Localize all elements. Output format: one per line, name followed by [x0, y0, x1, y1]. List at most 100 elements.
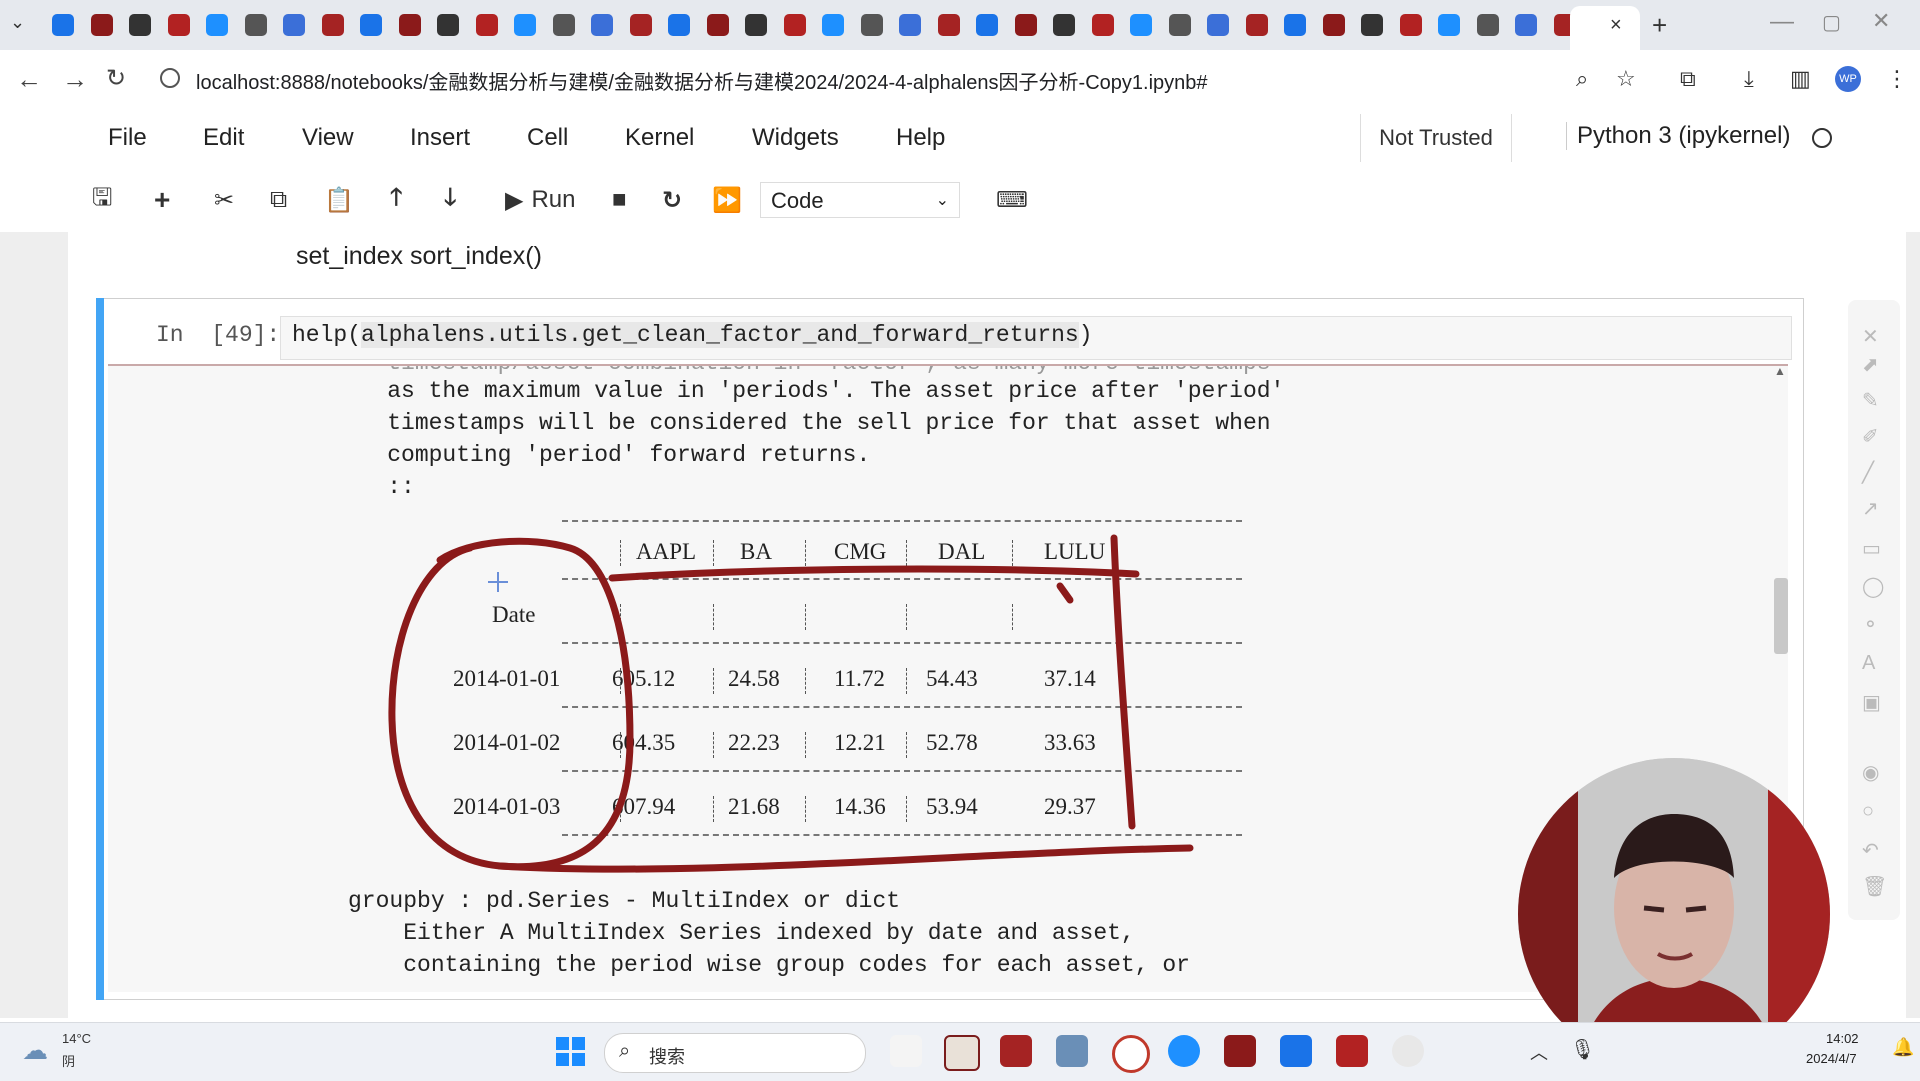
insert-cell-icon[interactable]: + — [154, 182, 170, 218]
taskbar-app-feishu[interactable] — [1280, 1035, 1312, 1067]
profile-avatar[interactable]: WP — [1835, 66, 1861, 92]
tab-favicon-icon[interactable] — [591, 14, 613, 36]
tab-favicon-icon[interactable] — [1361, 14, 1383, 36]
microphone-icon[interactable]: 🎙 — [1570, 1037, 1595, 1062]
tab-favicon-icon[interactable] — [1168, 14, 1191, 36]
tab-favicon-icon[interactable] — [976, 14, 998, 36]
highlighter-icon[interactable]: ✐ — [1862, 424, 1879, 449]
pointer-icon[interactable]: ⬈ — [1862, 352, 1879, 377]
run-button[interactable]: ▶ Run — [505, 182, 576, 218]
zoom-icon[interactable]: ⌕ — [1576, 66, 1588, 92]
url-field[interactable]: localhost:8888/notebooks/金融数据分析与建模/金融数据分… — [196, 66, 1208, 95]
tab-favicon-icon[interactable] — [937, 14, 960, 36]
restart-run-all-icon[interactable]: ⏩ — [712, 182, 742, 218]
browser-menu-icon[interactable]: ⋮ — [1886, 66, 1908, 92]
menu-kernel[interactable]: Kernel — [625, 124, 694, 152]
color-picker-icon[interactable]: ◉ — [1862, 760, 1879, 785]
new-tab-button[interactable]: + — [1652, 10, 1667, 41]
window-minimize-icon[interactable]: — — [1770, 8, 1794, 36]
tab-favicon-icon[interactable] — [706, 14, 729, 36]
tab-favicon-icon[interactable] — [1053, 14, 1075, 36]
copy-icon[interactable]: ⧉ — [270, 182, 287, 218]
trust-indicator[interactable]: Not Trusted — [1360, 114, 1512, 162]
tab-favicon-icon[interactable] — [1014, 14, 1037, 36]
tab-favicon-icon[interactable] — [1284, 14, 1306, 36]
tray-expand-chevron-icon[interactable]: ︿ — [1530, 1039, 1548, 1065]
tab-favicon-icon[interactable] — [1399, 14, 1422, 36]
taskbar-app-checkmark[interactable] — [1168, 1035, 1200, 1067]
taskbar-search-box[interactable]: ⌕ 搜索 — [604, 1033, 866, 1073]
download-icon[interactable]: ⤓ — [1744, 66, 1754, 92]
menu-file[interactable]: File — [108, 124, 147, 152]
start-button[interactable] — [556, 1037, 586, 1067]
rectangle-icon[interactable]: ▭ — [1862, 536, 1881, 561]
interrupt-stop-icon[interactable]: ■ — [612, 182, 627, 218]
cell-type-select[interactable]: Code ⌄ — [760, 182, 960, 218]
save-icon[interactable]: 🖫 — [92, 182, 112, 218]
pen-icon[interactable]: ✎ — [1862, 388, 1879, 413]
stroke-width-icon[interactable]: ○ — [1862, 800, 1874, 823]
tab-favicon-icon[interactable] — [629, 14, 652, 36]
menu-view[interactable]: View — [302, 124, 354, 152]
taskbar-app-presentation[interactable] — [1000, 1035, 1032, 1067]
taskbar-app-explorer[interactable] — [1056, 1035, 1088, 1067]
tab-favicon-icon[interactable] — [1322, 14, 1345, 36]
tab-favicon-icon[interactable] — [52, 14, 74, 36]
tab-favicon-icon[interactable] — [206, 14, 228, 36]
tab-favicon-icon[interactable] — [783, 14, 806, 36]
forward-arrow-icon[interactable]: → — [62, 64, 88, 95]
cut-icon[interactable]: ✂ — [214, 182, 234, 218]
site-info-icon[interactable] — [160, 68, 180, 88]
taskbar-app-files[interactable] — [944, 1035, 980, 1071]
tab-favicon-icon[interactable] — [437, 14, 459, 36]
keyboard-shortcuts-icon[interactable]: ⌨ — [996, 182, 1028, 218]
tab-favicon-icon[interactable] — [90, 14, 113, 36]
reload-icon[interactable]: ↻ — [106, 64, 126, 93]
tab-favicon-icon[interactable] — [1130, 14, 1152, 36]
arrow-icon[interactable]: ↗ — [1862, 496, 1879, 521]
move-up-icon[interactable]: 🡑 — [390, 182, 402, 218]
clock-time[interactable]: 14:02 — [1826, 1031, 1859, 1046]
taskbar-app-recorder[interactable] — [1392, 1035, 1424, 1067]
tab-favicon-icon[interactable] — [129, 14, 151, 36]
restart-icon[interactable]: ↻ — [662, 182, 682, 218]
menu-cell[interactable]: Cell — [527, 124, 568, 152]
window-close-icon[interactable]: ✕ — [1872, 8, 1890, 34]
tab-favicon-icon[interactable] — [398, 14, 421, 36]
line-icon[interactable]: ╱ — [1862, 460, 1874, 485]
tab-favicon-icon[interactable] — [360, 14, 382, 36]
trash-icon[interactable]: 🗑 — [1862, 874, 1887, 899]
fill-icon[interactable]: ▣ — [1862, 690, 1881, 715]
sidebar-icon[interactable]: ▥ — [1790, 66, 1811, 92]
menu-insert[interactable]: Insert — [410, 124, 470, 152]
output-scrollbar-thumb[interactable] — [1774, 578, 1788, 654]
tab-favicon-icon[interactable] — [860, 14, 883, 36]
tab-favicon-icon[interactable] — [167, 14, 190, 36]
tab-favicon-icon[interactable] — [1091, 14, 1114, 36]
tab-favicon-icon[interactable] — [1438, 14, 1460, 36]
menu-help[interactable]: Help — [896, 124, 945, 152]
taskbar-app-chrome[interactable] — [1112, 1035, 1150, 1073]
tab-favicon-icon[interactable] — [475, 14, 498, 36]
close-icon[interactable]: ✕ — [1862, 324, 1879, 349]
move-down-icon[interactable]: 🡓 — [444, 182, 456, 218]
undo-icon[interactable]: ↶ — [1862, 838, 1879, 863]
bookmark-star-icon[interactable]: ☆ — [1616, 66, 1636, 92]
tab-close-icon[interactable]: × — [1610, 14, 1622, 37]
ellipse-icon[interactable]: ◯ — [1862, 574, 1884, 599]
tab-favicon-icon[interactable] — [283, 14, 305, 36]
tab-favicon-icon[interactable] — [1515, 14, 1537, 36]
clock-date[interactable]: 2024/4/7 — [1806, 1051, 1857, 1066]
tab-favicon-icon[interactable] — [1245, 14, 1268, 36]
tab-favicon-icon[interactable] — [552, 14, 575, 36]
scroll-up-arrow-icon[interactable]: ▲ — [1774, 364, 1786, 378]
window-maximize-icon[interactable]: ▢ — [1822, 10, 1841, 35]
tab-favicon-icon[interactable] — [244, 14, 267, 36]
tab-favicon-icon[interactable] — [745, 14, 767, 36]
tab-favicon-icon[interactable] — [321, 14, 344, 36]
text-icon[interactable]: A — [1862, 652, 1875, 675]
menu-edit[interactable]: Edit — [203, 124, 244, 152]
taskbar-app-wps[interactable] — [1336, 1035, 1368, 1067]
back-arrow-icon[interactable]: ← — [16, 64, 42, 95]
tab-favicon-icon[interactable] — [514, 14, 536, 36]
